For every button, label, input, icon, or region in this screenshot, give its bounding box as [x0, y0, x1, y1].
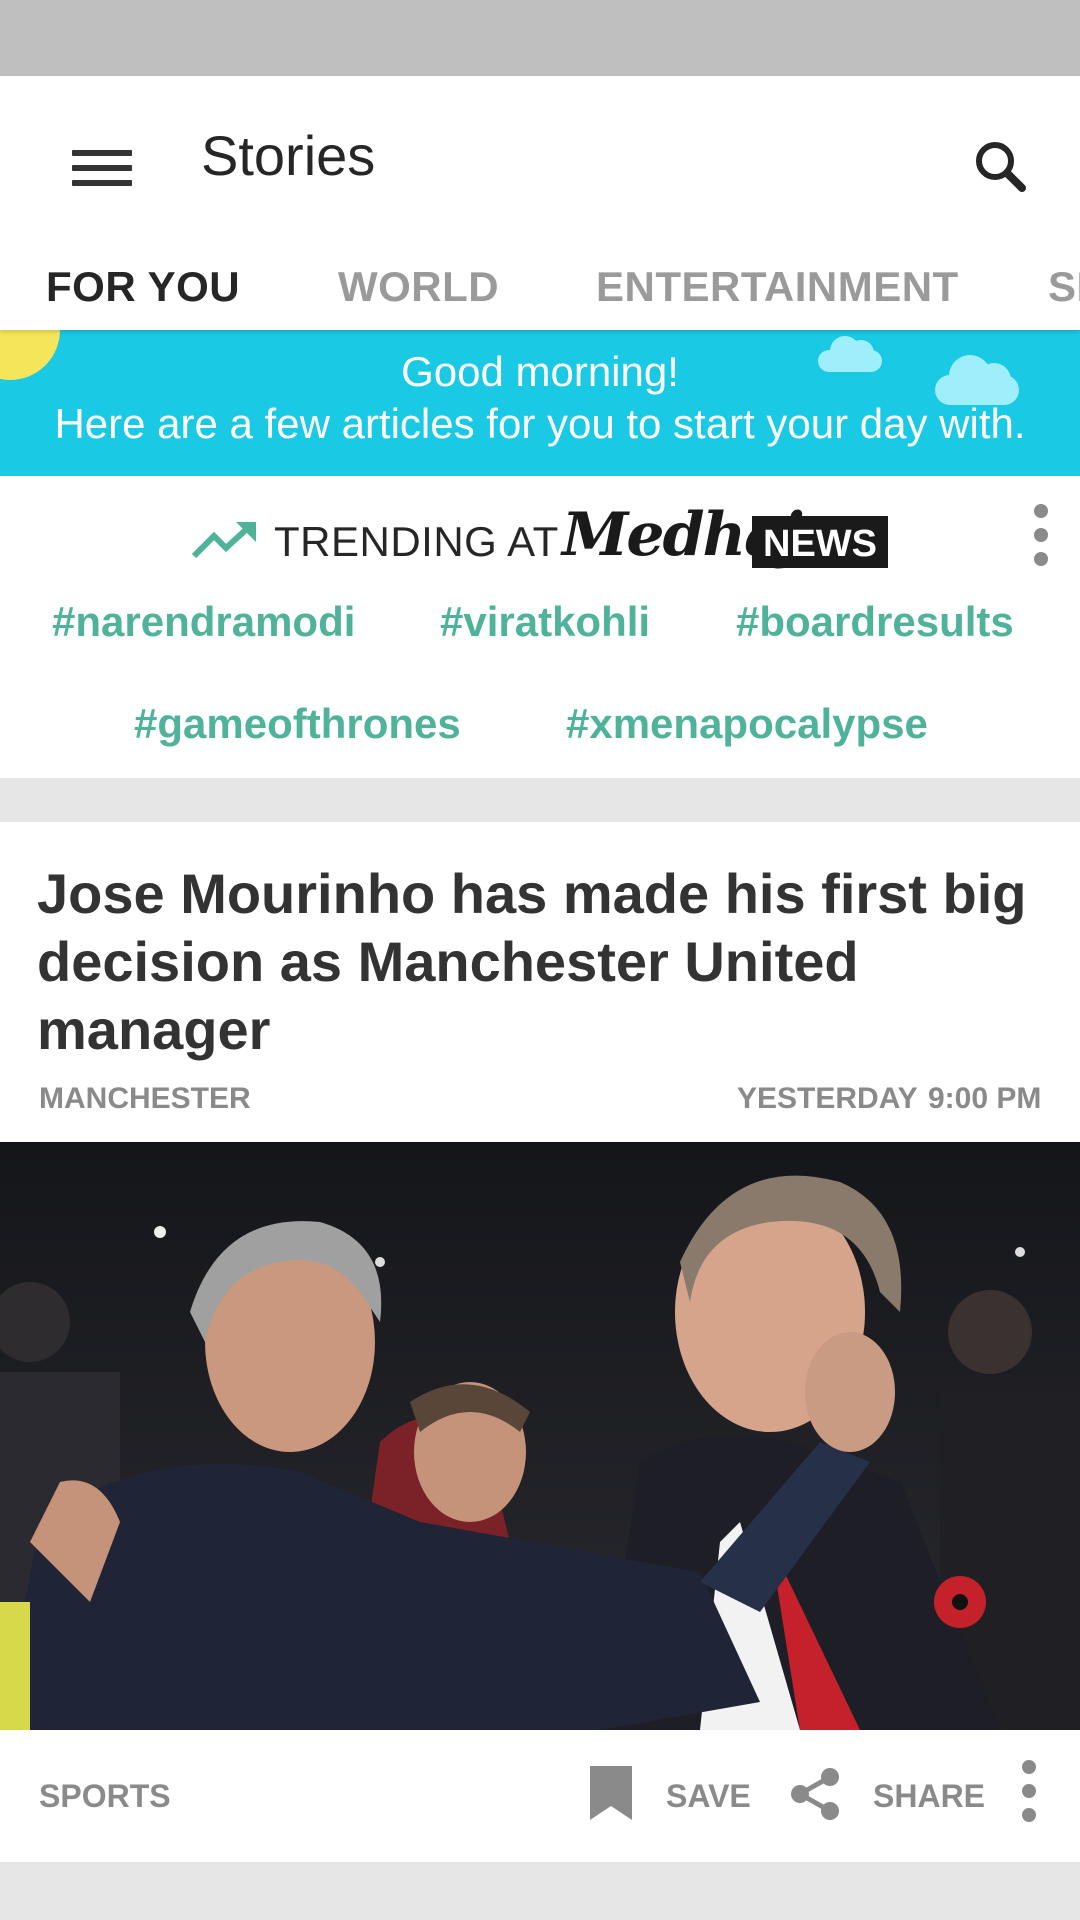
article-image[interactable]	[0, 1142, 1080, 1730]
article-time-day: YESTERDAY	[737, 1082, 918, 1115]
tab-entertainment[interactable]: ENTERTAINMENT	[596, 251, 959, 330]
article-location: MANCHESTER	[39, 1082, 251, 1115]
article-category[interactable]: SPORTS	[39, 1778, 171, 1815]
share-icon[interactable]	[788, 1766, 844, 1822]
trending-tag[interactable]: #xmenapocalypse	[566, 700, 928, 748]
search-icon[interactable]	[960, 126, 1044, 210]
greeting-title: Good morning!	[401, 348, 679, 395]
tab-for-you[interactable]: FOR YOU	[46, 251, 240, 330]
trending-label: TRENDING AT	[274, 518, 559, 565]
share-button[interactable]: SHARE	[873, 1778, 985, 1815]
menu-icon[interactable]	[60, 126, 144, 210]
bookmark-icon[interactable]	[588, 1764, 634, 1822]
status-bar	[0, 0, 1080, 76]
trending-tag[interactable]: #narendramodi	[52, 598, 355, 646]
trending-up-icon	[192, 522, 256, 559]
greeting-banner: Good morning! Here are a few articles fo…	[0, 330, 1080, 476]
article-actions: SPORTS SAVE SHARE	[0, 1730, 1080, 1862]
article-time: 9:00 PM	[928, 1082, 1042, 1115]
tab-sports[interactable]: SP	[1048, 251, 1080, 330]
trending-tag[interactable]: #gameofthrones	[134, 700, 461, 748]
more-options-icon[interactable]	[1022, 504, 1062, 574]
more-options-icon[interactable]	[1010, 1760, 1050, 1830]
brand-logo-box: NEWS	[752, 516, 888, 568]
article-headline[interactable]: Jose Mourinho has made his first big dec…	[37, 860, 1057, 1064]
page-title: Stories	[201, 124, 376, 187]
app-bar: Stories FOR YOU WORLD ENTERTAINMENT SP	[0, 76, 1080, 330]
trending-tag[interactable]: #viratkohli	[440, 598, 650, 646]
greeting-subtitle: Here are a few articles for you to start…	[54, 400, 1026, 447]
trending-card: TRENDING AT Medhaj NEWS #narendramodi #v…	[0, 476, 1080, 778]
article-card[interactable]: Jose Mourinho has made his first big dec…	[0, 822, 1080, 1862]
tab-bar: FOR YOU WORLD ENTERTAINMENT SP	[0, 251, 1080, 330]
save-button[interactable]: SAVE	[666, 1778, 751, 1815]
trending-tag[interactable]: #boardresults	[736, 598, 1014, 646]
trending-header: TRENDING AT Medhaj NEWS	[0, 498, 1080, 578]
tab-world[interactable]: WORLD	[338, 251, 499, 330]
